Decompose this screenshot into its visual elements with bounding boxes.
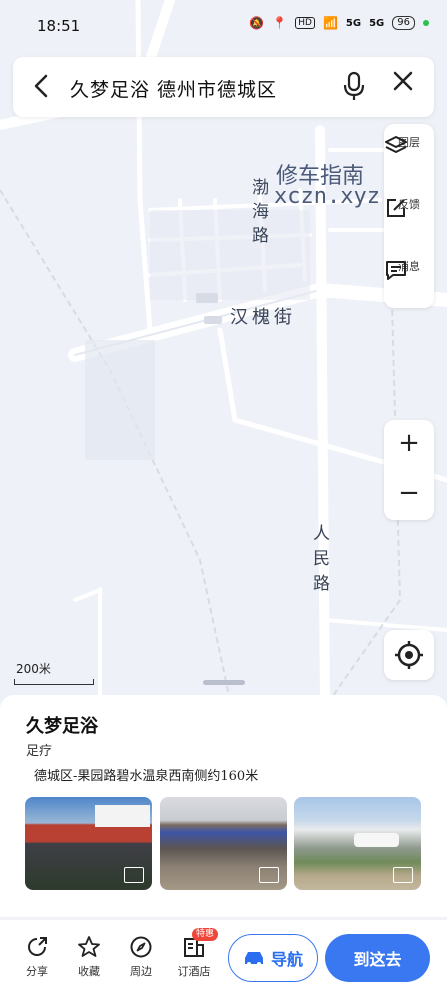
status-bar: 18:51 🔕 📍 HD 📶 5G 5G 96 (0, 0, 447, 52)
signal-icon-2: 5G (369, 17, 385, 29)
status-time: 18:51 (37, 17, 81, 35)
messages-button[interactable]: 消息 (384, 258, 434, 280)
hd-icon: HD (295, 17, 315, 29)
search-query[interactable]: 久梦足浴 德州市德城区 (70, 75, 277, 102)
locate-button[interactable] (384, 630, 434, 680)
search-bar[interactable]: 久梦足浴 德州市德城区 (13, 57, 434, 117)
share-button[interactable]: 分享 (17, 935, 57, 979)
poi-photo-3[interactable] (294, 797, 421, 890)
zoom-out-button[interactable]: − (384, 478, 434, 508)
location-icon: 📍 (272, 16, 288, 30)
star-icon (78, 936, 100, 957)
layers-button[interactable]: 图层 (384, 134, 434, 153)
photo-sign (95, 805, 150, 827)
zoom-in-button[interactable]: + (384, 428, 434, 458)
back-button[interactable] (33, 73, 49, 104)
image-icon (259, 867, 279, 883)
navigate-label: 导航 (270, 950, 303, 969)
target-icon (395, 641, 423, 669)
image-icon (124, 867, 144, 883)
wifi-icon: 📶 (322, 16, 338, 30)
chevron-left-icon (34, 74, 48, 98)
scale-label: 200米 (16, 662, 51, 676)
car-icon (244, 952, 263, 966)
nearby-button[interactable]: 周边 (121, 935, 161, 979)
navigate-button[interactable]: 导航 (228, 934, 318, 982)
favorite-label: 收藏 (78, 965, 100, 978)
share-icon (28, 937, 47, 956)
hotel-label: 订酒店 (177, 965, 211, 978)
hotel-promo-badge: 特惠 (192, 928, 219, 941)
poi-photo-2[interactable] (160, 797, 287, 890)
compass-icon (130, 936, 152, 958)
feedback-button[interactable]: 反馈 (384, 196, 434, 217)
go-here-label: 到这去 (353, 950, 402, 969)
layers-icon (385, 136, 407, 153)
scale-bar (14, 679, 94, 685)
poi-address: 德城区-果园路碧水温泉西南侧约160米 (34, 769, 259, 784)
mute-icon: 🔕 (249, 16, 265, 30)
close-icon (393, 71, 413, 91)
go-here-button[interactable]: 到这去 (325, 934, 430, 982)
hotel-button[interactable]: 订酒店 (173, 935, 215, 979)
edit-icon (387, 199, 405, 217)
nearby-label: 周边 (130, 965, 152, 978)
signal-icon-1: 5G (345, 17, 362, 29)
message-icon (386, 261, 406, 280)
image-icon (393, 867, 413, 883)
road-label-renmin: 人民路 (313, 524, 330, 594)
road-label-bohai: 渤海路 (252, 178, 269, 246)
favorite-button[interactable]: 收藏 (69, 935, 109, 979)
photo-car (354, 833, 399, 847)
poi-category: 足疗 (26, 744, 53, 759)
microphone-icon[interactable] (343, 71, 365, 101)
sheet-handle[interactable] (203, 680, 245, 685)
road-label-hanhuai: 汉槐街 (230, 307, 296, 328)
battery-icon: 96 (392, 16, 415, 30)
watermark-url: xczn.xyz (274, 184, 380, 209)
close-button[interactable] (391, 69, 415, 99)
share-label: 分享 (26, 965, 48, 978)
poi-photo-1[interactable] (25, 797, 152, 890)
status-dot (423, 20, 429, 26)
map-tools-panel: 图层 反馈 消息 (384, 124, 434, 308)
zoom-control: + − (384, 420, 434, 520)
poi-name: 久梦足浴 (26, 716, 98, 737)
